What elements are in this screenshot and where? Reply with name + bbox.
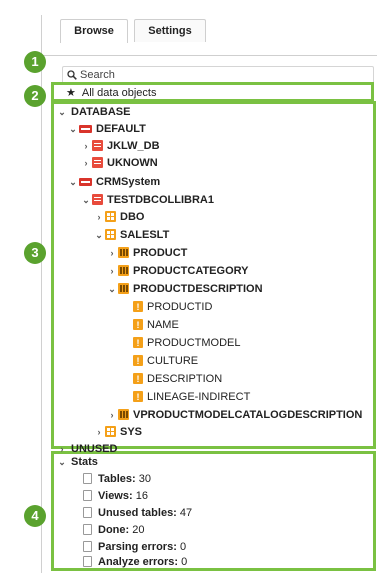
stat-row: Tables: 30 <box>82 471 151 487</box>
document-icon <box>83 541 92 552</box>
tree-node-vproductmodelcatalogdescription[interactable]: › VPRODUCTMODELCATALOGDESCRIPTION <box>107 407 362 423</box>
document-icon <box>83 556 92 567</box>
callout-badge-1: 1 <box>24 51 46 73</box>
tree-node-product[interactable]: › PRODUCT <box>107 245 187 261</box>
schema-icon <box>105 229 116 240</box>
stat-row: Parsing errors: 0 <box>82 539 186 555</box>
chevron-down-icon[interactable]: ⌄ <box>81 192 91 208</box>
tree-node-dbo[interactable]: › DBO <box>94 209 144 225</box>
chevron-right-icon[interactable]: › <box>81 138 91 154</box>
tree-node-column[interactable]: NAME <box>132 317 179 333</box>
callout-badge-4: 4 <box>24 505 46 527</box>
table-icon <box>118 283 129 294</box>
chevron-down-icon[interactable]: ⌄ <box>94 227 104 243</box>
stat-row: Done: 20 <box>82 522 144 538</box>
tree-node-column[interactable]: PRODUCTMODEL <box>132 335 241 351</box>
chevron-down-icon[interactable]: ⌄ <box>68 121 78 137</box>
document-icon <box>83 490 92 501</box>
tree-node-productdescription[interactable]: ⌄ PRODUCTDESCRIPTION <box>107 281 263 297</box>
tree-node-crmsystem[interactable]: ⌄ CRMSystem <box>68 174 160 190</box>
tree-node-column[interactable]: PRODUCTID <box>132 299 212 315</box>
tab-browse[interactable]: Browse <box>60 19 128 43</box>
schema-icon <box>105 426 116 437</box>
all-data-objects-label: All data objects <box>81 87 157 99</box>
document-icon <box>83 524 92 535</box>
stats-header[interactable]: ⌄ Stats <box>57 454 98 470</box>
tab-settings[interactable]: Settings <box>134 19 206 42</box>
star-icon: ★ <box>66 87 76 99</box>
document-icon <box>83 507 92 518</box>
column-icon <box>133 317 143 333</box>
callout-badge-3: 3 <box>24 242 46 264</box>
tree-node-productcategory[interactable]: › PRODUCTCATEGORY <box>107 263 249 279</box>
stat-row: Unused tables: 47 <box>82 505 192 521</box>
database-icon <box>92 157 103 168</box>
tree-node-column[interactable]: CULTURE <box>132 353 198 369</box>
tree-node-testdbcollibra1[interactable]: ⌄ TESTDBCOLLIBRA1 <box>81 192 214 208</box>
stat-row: Views: 16 <box>82 488 148 504</box>
search-icon <box>67 70 77 80</box>
chevron-down-icon[interactable]: ⌄ <box>107 281 117 297</box>
column-icon <box>133 299 143 315</box>
server-icon <box>79 125 92 133</box>
column-icon <box>133 371 143 387</box>
column-icon <box>133 353 143 369</box>
chevron-right-icon[interactable]: › <box>107 407 117 423</box>
tree-node-default[interactable]: ⌄ DEFAULT <box>68 121 146 137</box>
chevron-right-icon[interactable]: › <box>81 155 91 171</box>
chevron-right-icon[interactable]: › <box>107 263 117 279</box>
server-icon <box>79 178 92 186</box>
all-data-objects[interactable]: ★ All data objects <box>66 85 156 101</box>
chevron-right-icon[interactable]: › <box>94 209 104 225</box>
search-input[interactable] <box>80 67 360 83</box>
tab-divider <box>42 55 377 56</box>
callout-badge-2: 2 <box>24 85 46 107</box>
chevron-right-icon[interactable]: › <box>107 245 117 261</box>
database-icon <box>92 140 103 151</box>
tree-node-column[interactable]: LINEAGE-INDIRECT <box>132 389 250 405</box>
table-icon <box>118 409 129 420</box>
tree-node-saleslt[interactable]: ⌄ SALESLT <box>94 227 169 243</box>
chevron-down-icon[interactable]: ⌄ <box>68 174 78 190</box>
chevron-down-icon[interactable]: ⌄ <box>57 454 67 470</box>
column-icon <box>133 335 143 351</box>
column-icon <box>133 389 143 405</box>
tree-node-database[interactable]: ⌄ DATABASE <box>57 104 130 120</box>
table-icon <box>118 265 129 276</box>
tree-node-uknown[interactable]: › UKNOWN <box>81 155 158 171</box>
tree-node-column[interactable]: DESCRIPTION <box>132 371 222 387</box>
tree-node-sys[interactable]: › SYS <box>94 424 142 440</box>
stat-row: Analyze errors: 0 <box>82 554 187 570</box>
chevron-down-icon[interactable]: ⌄ <box>57 104 67 120</box>
database-icon <box>92 194 103 205</box>
document-icon <box>83 473 92 484</box>
table-icon <box>118 247 129 258</box>
schema-icon <box>105 211 116 222</box>
tree-node-jklw-db[interactable]: › JKLW_DB <box>81 138 160 154</box>
chevron-right-icon[interactable]: › <box>94 424 104 440</box>
